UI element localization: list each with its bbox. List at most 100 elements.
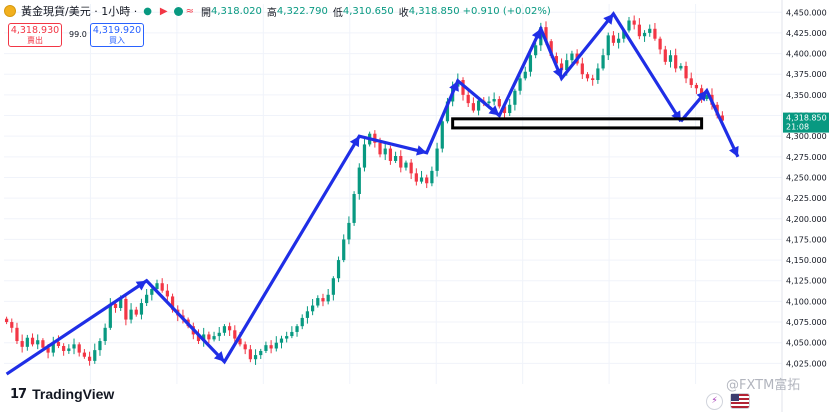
- candle-body: [15, 327, 19, 342]
- candle-body: [611, 35, 616, 43]
- candle-body: [580, 63, 584, 75]
- price-tick-label: 4,450.000: [786, 8, 827, 17]
- candle-body: [497, 99, 501, 107]
- candle-body: [606, 35, 610, 56]
- drawing-annotations[interactable]: [5, 11, 740, 376]
- price-tick-label: 4,075.000: [786, 318, 827, 327]
- sell-price: 4,318.930: [10, 25, 60, 36]
- low-label: 低: [332, 7, 343, 19]
- candle-body: [435, 148, 439, 171]
- candle-body: [663, 49, 667, 62]
- candle-body: [82, 352, 87, 357]
- candle-body: [342, 239, 346, 261]
- flag-icon[interactable]: ▶: [160, 6, 168, 17]
- candle-body: [134, 309, 138, 315]
- candle-body: [430, 170, 434, 184]
- zigzag-arrow-path: [5, 11, 683, 376]
- candle-body: [508, 104, 512, 114]
- candle-countdown: 21:08: [786, 123, 809, 132]
- candle-body: [632, 20, 636, 25]
- candle-body: [36, 340, 40, 345]
- symbol-title[interactable]: 黃金現貨/美元 · 1小時 ·: [21, 3, 137, 19]
- price-tick-label: 4,350.000: [786, 91, 827, 100]
- candlestick-series: [4, 15, 724, 366]
- low-value: 4,310.650: [342, 5, 394, 17]
- candle-body: [585, 74, 590, 79]
- price-axis[interactable]: 4,025.000 4,050.000 4,075.000 4,100.000 4,12…: [781, 0, 834, 412]
- open-label: 開: [201, 7, 212, 19]
- candle-body: [393, 156, 398, 161]
- open-value: 4,318.020: [211, 5, 262, 17]
- candle-body: [165, 290, 169, 297]
- candle-body: [513, 90, 517, 105]
- spread-value: 99.0: [69, 30, 87, 39]
- candle-body: [41, 340, 45, 348]
- wave-icon[interactable]: ≈: [186, 6, 194, 17]
- candle-body: [347, 222, 351, 240]
- price-tick-label: 4,225.000: [786, 194, 827, 203]
- candle-body: [425, 177, 429, 184]
- candle-body: [264, 345, 268, 351]
- high-label: 高: [266, 7, 277, 19]
- candle-body: [596, 68, 600, 80]
- candle-body: [658, 38, 662, 50]
- price-tick-label: 4,250.000: [786, 173, 827, 182]
- candle-body: [642, 32, 647, 37]
- us-flag-icon[interactable]: [730, 393, 750, 409]
- candle-body: [253, 355, 258, 360]
- candle-body: [160, 283, 164, 291]
- close-label: 收: [398, 7, 409, 19]
- status-circle-icon[interactable]: [173, 6, 183, 16]
- sell-button[interactable]: 4,318.930 賣出: [8, 23, 62, 47]
- candle-body: [357, 167, 361, 194]
- candle-body: [601, 55, 605, 69]
- price-tick-label: 4,150.000: [786, 256, 827, 265]
- candle-body: [310, 305, 315, 312]
- candle-body: [300, 317, 304, 327]
- buy-button[interactable]: 4,319.920 買入: [90, 23, 144, 47]
- candle-body: [399, 156, 403, 168]
- candle-body: [674, 55, 678, 69]
- candle-body: [316, 298, 320, 306]
- candle-body: [72, 344, 76, 349]
- candle-body: [269, 345, 273, 349]
- forecast-arrow-path: [679, 87, 740, 158]
- candle-body: [56, 341, 61, 346]
- candle-body: [414, 173, 418, 182]
- candle-body: [248, 349, 252, 360]
- candle-body: [305, 311, 310, 318]
- candle-body: [93, 350, 97, 361]
- candle-body: [591, 78, 595, 80]
- candle-body: [694, 84, 699, 89]
- candle-body: [20, 341, 24, 347]
- candle-body: [10, 322, 14, 328]
- candle-body: [150, 289, 154, 295]
- price-tick-label: 4,125.000: [786, 277, 827, 286]
- candle-body: [523, 71, 527, 79]
- price-tick-label: 4,400.000: [786, 50, 827, 59]
- change-value: +0.910 (+0.02%): [462, 5, 551, 17]
- candle-body: [222, 326, 227, 333]
- buy-label: 買入: [109, 36, 125, 45]
- lightning-icon[interactable]: ⚡: [706, 393, 723, 410]
- candle-body: [290, 331, 294, 337]
- candle-body: [648, 28, 652, 33]
- candle-body: [113, 303, 118, 308]
- candle-body: [25, 337, 29, 347]
- price-tick-label: 4,175.000: [786, 235, 827, 244]
- last-price-tag-value: 4,318.850: [786, 114, 827, 123]
- candle-body: [476, 100, 481, 111]
- candle-body: [77, 344, 81, 353]
- market-open-dot-icon: ●: [143, 5, 152, 17]
- candle-body: [528, 55, 533, 72]
- candle-body: [627, 20, 631, 31]
- candle-body: [378, 142, 382, 155]
- price-tick-label: 4,300.000: [786, 132, 827, 141]
- tradingview-logo[interactable]: 17 TradingView: [10, 386, 114, 402]
- buy-price: 4,319.920: [92, 25, 142, 36]
- symbol-header: 黃金現貨/美元 · 1小時 · ● ▶ ≈ 開 4,318.020 高 4,32…: [4, 3, 554, 19]
- candle-body: [352, 194, 356, 223]
- candle-body: [492, 99, 496, 102]
- price-chart[interactable]: 4,025.000 4,050.000 4,075.000 4,100.000 4,12…: [0, 0, 834, 412]
- candle-body: [404, 162, 408, 168]
